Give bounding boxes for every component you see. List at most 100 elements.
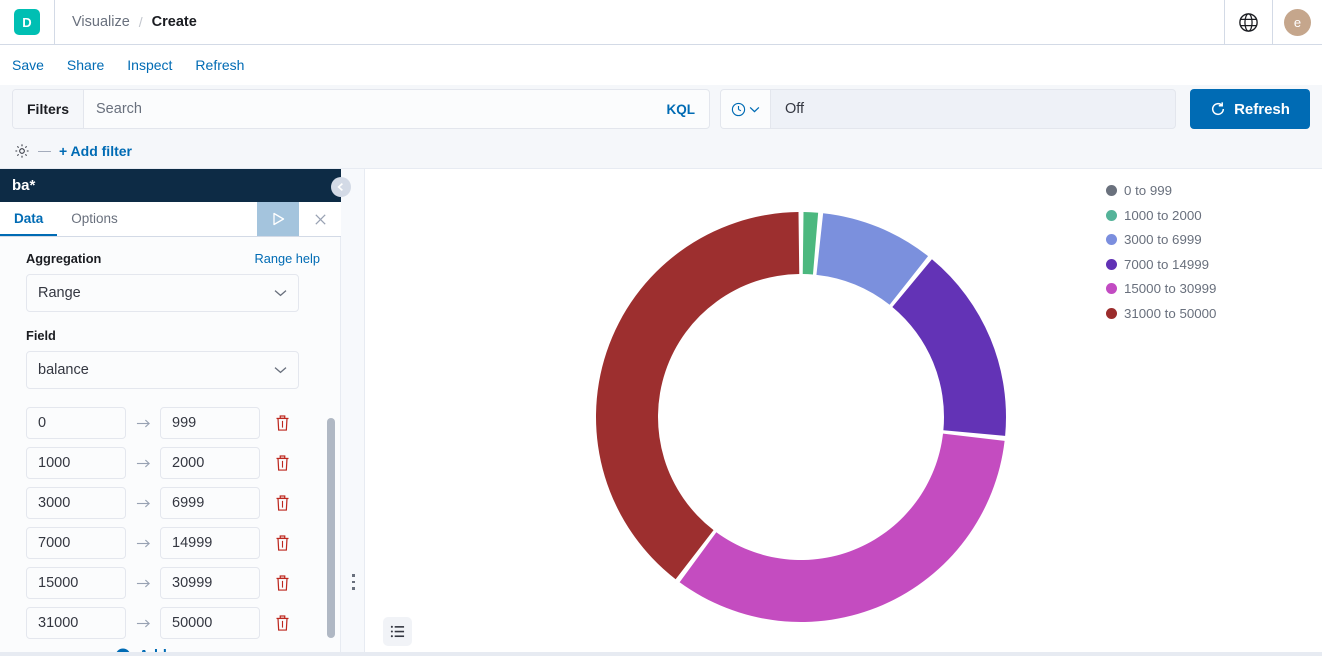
- app-logo-badge: D: [14, 9, 40, 35]
- editor-scrollbar[interactable]: [327, 418, 335, 638]
- time-picker-group: Off: [720, 89, 1176, 129]
- kibana-visualize-create-page: D Visualize / Create e Save Share Ins: [0, 0, 1322, 656]
- legend-label: 3000 to 6999: [1124, 232, 1202, 247]
- legend-item[interactable]: 7000 to 14999: [1106, 257, 1276, 272]
- chevron-down-icon: [274, 289, 287, 297]
- chart-legend: 0 to 999 1000 to 2000 3000 to 6999 7000 to …: [1106, 183, 1276, 321]
- refresh-interval-button[interactable]: [721, 90, 771, 128]
- save-button[interactable]: Save: [12, 57, 44, 73]
- range-rows-list: [26, 407, 320, 639]
- delete-range-button[interactable]: [260, 575, 304, 592]
- visualization-editor-panel: ba* Data Options Aggregation R: [0, 169, 341, 656]
- aggregation-select[interactable]: Range: [26, 274, 299, 312]
- tab-options[interactable]: Options: [57, 202, 132, 236]
- range-from-input[interactable]: [26, 447, 126, 479]
- legend-item[interactable]: 0 to 999: [1106, 183, 1276, 198]
- range-to-input[interactable]: [160, 607, 260, 639]
- delete-range-button[interactable]: [260, 455, 304, 472]
- add-filter-button[interactable]: + Add filter: [59, 143, 132, 159]
- apply-changes-button[interactable]: [257, 202, 299, 236]
- aggregation-label: Aggregation: [26, 251, 101, 266]
- range-to-input[interactable]: [160, 447, 260, 479]
- field-select[interactable]: balance: [26, 351, 299, 389]
- legend-color-dot: [1106, 210, 1117, 221]
- legend-item[interactable]: 15000 to 30999: [1106, 281, 1276, 296]
- delete-range-button[interactable]: [260, 495, 304, 512]
- range-arrow-icon: [126, 418, 160, 429]
- range-row: [26, 487, 320, 519]
- filters-button[interactable]: Filters: [13, 90, 84, 128]
- collapse-left-icon: [336, 182, 346, 192]
- range-to-input[interactable]: [160, 567, 260, 599]
- share-button[interactable]: Share: [67, 57, 104, 73]
- breadcrumb-separator: /: [139, 14, 143, 30]
- refresh-button-label: Refresh: [1234, 101, 1290, 118]
- top-header: D Visualize / Create e: [0, 0, 1322, 45]
- legend-label: 1000 to 2000: [1124, 208, 1202, 223]
- delete-range-button[interactable]: [260, 615, 304, 632]
- help-button[interactable]: [1224, 0, 1272, 45]
- legend-item[interactable]: 3000 to 6999: [1106, 232, 1276, 247]
- delete-range-button[interactable]: [260, 535, 304, 552]
- app-logo-cell[interactable]: D: [0, 0, 55, 45]
- legend-label: 0 to 999: [1124, 183, 1172, 198]
- aggregation-select-value: Range: [38, 285, 81, 301]
- range-from-input[interactable]: [26, 567, 126, 599]
- list-view-icon: [390, 624, 405, 639]
- query-language-button[interactable]: KQL: [653, 102, 710, 117]
- delete-range-button[interactable]: [260, 415, 304, 432]
- donut-slice[interactable]: [803, 212, 818, 274]
- range-from-input[interactable]: [26, 607, 126, 639]
- search-input[interactable]: [84, 90, 652, 128]
- legend-item[interactable]: 31000 to 50000: [1106, 306, 1276, 321]
- range-from-input[interactable]: [26, 487, 126, 519]
- field-label: Field: [26, 328, 56, 343]
- editor-body: Aggregation Range help Range Field balan…: [0, 237, 341, 656]
- donut-slice[interactable]: [596, 212, 799, 579]
- clock-icon: [731, 102, 746, 117]
- legend-label: 15000 to 30999: [1124, 281, 1216, 296]
- editor-tabs: Data Options: [0, 202, 341, 237]
- donut-slice[interactable]: [680, 434, 1005, 622]
- refresh-button[interactable]: Refresh: [1190, 89, 1310, 129]
- user-menu-button[interactable]: e: [1272, 0, 1322, 45]
- range-from-input[interactable]: [26, 527, 126, 559]
- visualization-chart-area: 0 to 999 1000 to 2000 3000 to 6999 7000 to …: [365, 169, 1322, 656]
- legend-color-dot: [1106, 234, 1117, 245]
- panel-resizer[interactable]: [341, 169, 365, 656]
- filter-bar: — + Add filter: [0, 133, 1322, 169]
- chevron-down-icon: [749, 106, 760, 113]
- range-to-input[interactable]: [160, 407, 260, 439]
- breadcrumb-item-visualize[interactable]: Visualize: [72, 14, 130, 30]
- gear-icon[interactable]: [14, 143, 30, 159]
- range-to-input[interactable]: [160, 527, 260, 559]
- chevron-down-icon: [274, 366, 287, 374]
- legend-list-toggle-button[interactable]: [383, 617, 412, 646]
- form-spacer: [26, 312, 320, 328]
- close-editor-button[interactable]: [299, 202, 341, 236]
- donut-chart-svg[interactable]: [395, 169, 1185, 656]
- inspect-button[interactable]: Inspect: [127, 57, 172, 73]
- search-group: Filters KQL: [12, 89, 710, 129]
- breadcrumb-item-create[interactable]: Create: [152, 14, 197, 30]
- range-help-link[interactable]: Range help: [255, 251, 320, 266]
- close-icon: [313, 212, 328, 227]
- refresh-link[interactable]: Refresh: [195, 57, 244, 73]
- range-from-input[interactable]: [26, 407, 126, 439]
- tabs-spacer: [132, 202, 257, 236]
- drag-handle-icon[interactable]: [352, 574, 355, 590]
- range-row: [26, 527, 320, 559]
- collapse-panel-button[interactable]: [331, 177, 351, 197]
- bottom-strip: [0, 652, 1322, 656]
- range-to-input[interactable]: [160, 487, 260, 519]
- aggregation-form: Aggregation Range help Range Field balan…: [0, 237, 340, 656]
- aggregation-label-row: Aggregation Range help: [26, 251, 320, 266]
- play-icon: [272, 212, 285, 226]
- legend-color-dot: [1106, 185, 1117, 196]
- legend-color-dot: [1106, 283, 1117, 294]
- range-row: [26, 407, 320, 439]
- tab-data[interactable]: Data: [0, 202, 57, 236]
- legend-item[interactable]: 1000 to 2000: [1106, 208, 1276, 223]
- refresh-interval-value: Off: [771, 101, 804, 117]
- donut-slice[interactable]: [892, 259, 1006, 436]
